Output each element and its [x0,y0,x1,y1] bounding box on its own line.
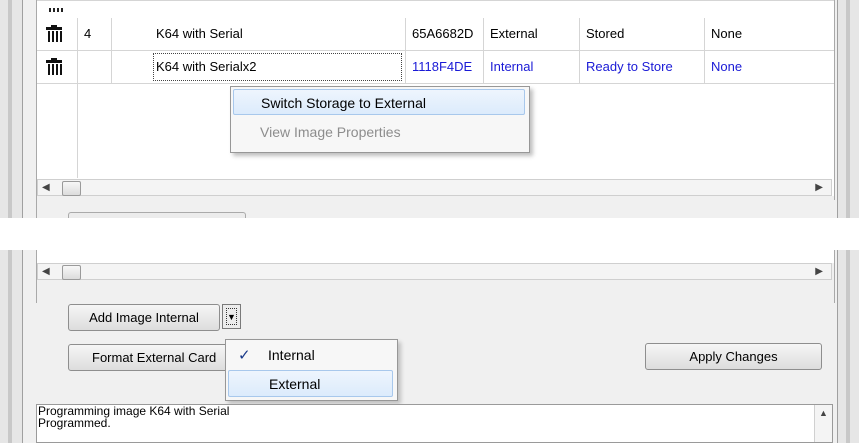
menu-item-view-properties[interactable]: View Image Properties [233,119,525,145]
menu-item-internal[interactable]: ✓ Internal [228,342,393,369]
vertical-scrollbar[interactable]: ▲ [814,405,832,442]
menu-item-internal-label: Internal [268,347,315,363]
scroll-right-icon[interactable]: ▶ [815,266,823,277]
image-storage[interactable]: Internal [484,51,580,83]
add-image-dropdown-button[interactable]: ▼ [222,304,241,329]
horizontal-scrollbar[interactable]: ◀ ▶ [37,263,832,280]
top-panel: 4 K64 with Serial 65A6682D External Stor… [0,0,859,218]
format-external-card-button[interactable]: Format External Card [68,344,228,371]
log-line: Programming image K64 with Serial [38,404,230,418]
trash-icon[interactable] [49,0,63,12]
horizontal-scrollbar[interactable]: ◀ ▶ [37,179,832,196]
scroll-left-icon[interactable]: ◀ [42,266,50,277]
trash-icon[interactable] [45,58,63,76]
window-frame-right [837,250,859,443]
table-row[interactable]: 4 K64 with Serial 65A6682D External Stor… [37,18,834,51]
image-name[interactable]: K64 with Serial [112,18,406,50]
row-index [78,51,112,83]
image-storage[interactable]: External [484,18,580,50]
image-status: Stored [580,18,705,50]
scroll-right-icon[interactable]: ▶ [815,182,823,193]
table-row[interactable]: K64 with Serialx2 1118F4DE Internal Read… [37,51,834,84]
window-frame-right [837,0,859,218]
cell-focus-outline [153,53,402,81]
image-extra: None [711,59,743,74]
image-id: 1118F4DE [406,51,484,83]
output-log[interactable]: Programming image K64 with Serial Progra… [36,404,833,443]
menu-item-external[interactable]: External [228,370,393,397]
context-menu: Switch Storage to External View Image Pr… [230,86,530,153]
format-external-card-label: Format External Card [92,350,217,365]
row-index: 4 [78,18,112,50]
window-frame-left [0,250,23,443]
image-id: 65A6682D [406,18,484,50]
scroll-left-icon[interactable]: ◀ [42,182,50,193]
storage-dropdown-menu: ✓ Internal External [225,339,398,401]
image-extra: None [711,26,743,41]
scroll-thumb[interactable] [62,265,81,280]
scroll-up-icon[interactable]: ▲ [819,407,828,419]
scroll-thumb[interactable] [62,181,81,196]
apply-changes-button[interactable]: Apply Changes [645,343,822,370]
menu-item-switch-storage[interactable]: Switch Storage to External [233,89,525,115]
chevron-down-icon: ▼ [226,308,237,325]
add-image-button[interactable]: Add Image Internal [68,304,220,331]
image-status: Ready to Store [580,51,705,83]
checkmark-icon: ✓ [238,347,251,364]
window-frame-left [0,0,23,218]
trash-icon[interactable] [45,25,63,43]
log-line: Programmed. [38,416,111,430]
